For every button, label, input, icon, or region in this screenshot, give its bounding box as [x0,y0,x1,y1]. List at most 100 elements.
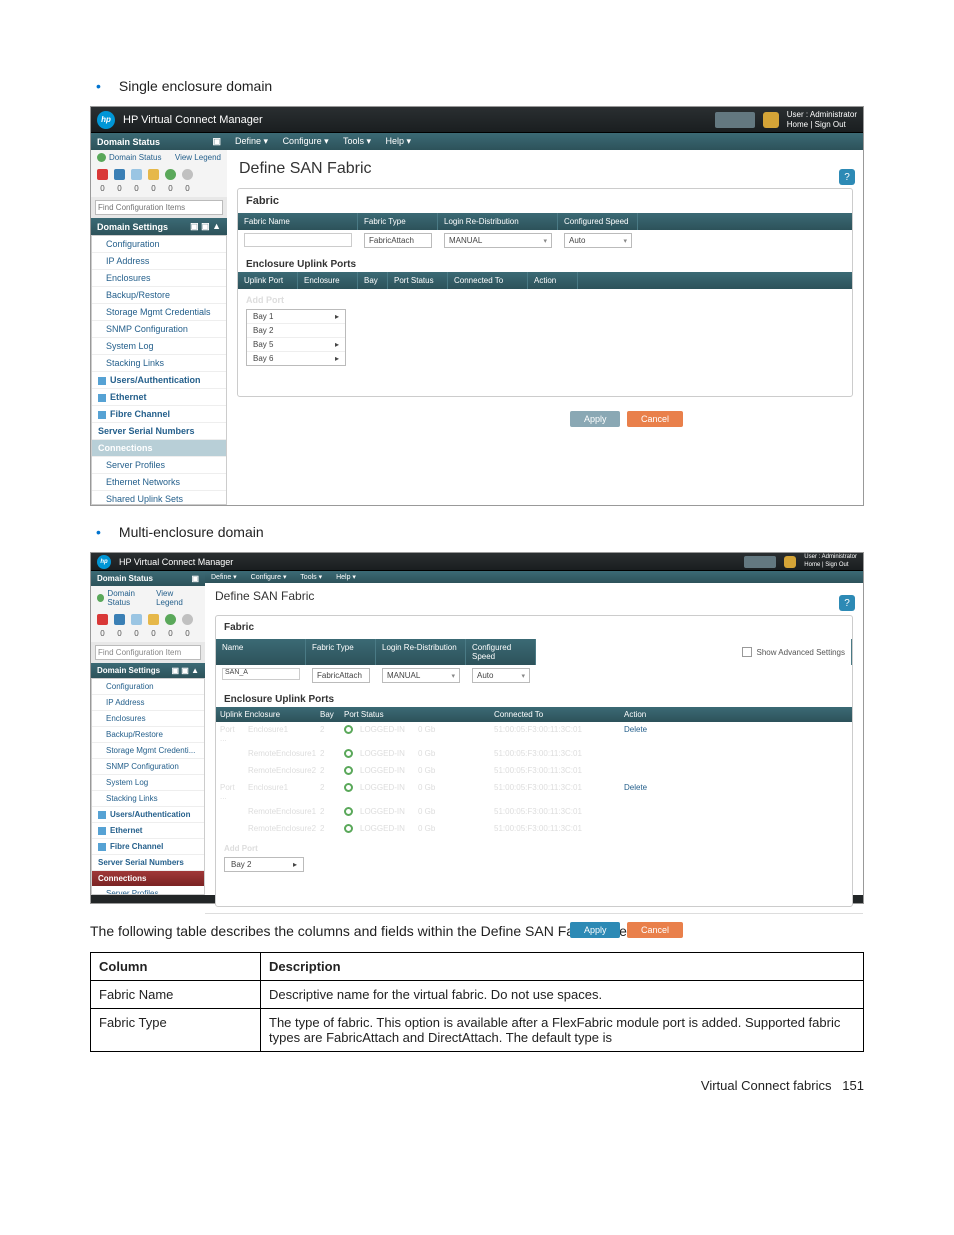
alert-icon[interactable] [763,112,779,128]
nav-ethernet-networks[interactable]: Ethernet Networks [92,474,226,491]
page-footer: Virtual Connect fabrics 151 [90,1078,864,1093]
col-header-column: Column [91,952,261,980]
col-port-status: Port Status [388,272,448,289]
nav-stacking-links[interactable]: Stacking Links [92,355,226,372]
collapse-icon[interactable]: ▣ [212,136,221,147]
domain-status-header: Domain Status ▣ [91,133,227,150]
show-advanced-checkbox[interactable]: Show Advanced Settings [742,647,845,657]
fabric-panel-title: Fabric [238,189,852,213]
col-bay: Bay [358,272,388,289]
app-header: hp HP Virtual Connect Manager User : Adm… [91,107,863,133]
nav-shared-uplink[interactable]: Shared Uplink Sets [92,491,226,505]
col-fabric-name: Fabric Name [238,213,358,230]
speed-select[interactable]: Auto▾ [564,233,632,248]
delete-link[interactable]: Delete [620,722,680,746]
signout-link[interactable]: Sign Out [825,562,848,568]
apply-button[interactable]: Apply [570,411,621,427]
table-row: Fabric Name Descriptive name for the vir… [91,980,864,1008]
col-action: Action [528,272,578,289]
fabric-name-input[interactable]: SAN_A [222,668,300,680]
add-port-dropdown[interactable]: Bay 1▸ Bay 2 Bay 5▸ Bay 6▸ [246,309,346,366]
search-input[interactable] [95,200,223,215]
nav-snmp[interactable]: SNMP Configuration [92,321,226,338]
toolbar-icons[interactable]: ▣ ▣ ▲ [190,221,221,232]
fabric-name-input[interactable] [244,233,352,247]
toolbar-icons[interactable]: ▣ ▣ ▲ [172,666,199,675]
nav-server-profiles[interactable]: Server Profiles [92,457,226,474]
info1-icon [114,169,125,180]
status-icons [91,165,227,184]
table-row: Fabric Type The type of fabric. This opt… [91,1008,864,1051]
nav-list: Configuration IP Address Enclosures Back… [91,235,227,505]
signout-link[interactable]: Sign Out [815,120,846,129]
domain-settings-header: Domain Settings ▣ ▣ ▲ [91,218,227,235]
alert-icon[interactable] [784,556,796,568]
main-content: Define ▾ Configure ▾ Tools ▾ Help ▾ Defi… [227,133,863,505]
menu-tools[interactable]: Tools ▾ [343,136,371,146]
bullet-icon: • [96,78,101,94]
view-legend-link[interactable]: View Legend [175,153,221,162]
arrow-right-icon: ▸ [335,312,339,321]
info2-icon [131,169,142,180]
search-input[interactable] [95,645,201,660]
col-header-description: Description [261,952,864,980]
screenshot-multi-enclosure: hp HP Virtual Connect Manager User : Adm… [90,552,864,904]
nav-enclosures[interactable]: Enclosures [92,270,226,287]
add-port-label: Add Port [238,289,852,307]
nav-ethernet[interactable]: Ethernet [92,389,226,406]
col-enclosure: Enclosure [298,272,358,289]
screenshot-single-enclosure: hp HP Virtual Connect Manager User : Adm… [90,106,864,506]
help-button[interactable]: ? [839,169,855,185]
home-link[interactable]: Home [787,120,808,129]
chevron-down-icon: ▾ [623,237,627,245]
login-redist-select[interactable]: MANUAL▾ [444,233,552,248]
bullet-multi: • Multi-enclosure domain [90,524,864,540]
bullet-text: Multi-enclosure domain [119,524,264,540]
description-table: Column Description Fabric Name Descripti… [90,952,864,1052]
cancel-button[interactable]: Cancel [627,922,683,938]
col-fabric-type: Fabric Type [358,213,438,230]
bullet-text: Single enclosure domain [119,78,272,94]
unknown-icon [182,169,193,180]
apply-button[interactable]: Apply [570,922,621,938]
uplink-subhead: Enclosure Uplink Ports [238,251,852,272]
hp-logo-icon: hp [97,555,111,569]
domain-status-link[interactable]: Domain Status [109,153,161,162]
menubar: Define ▾ Configure ▾ Tools ▾ Help ▾ [227,133,863,150]
nav-system-log[interactable]: System Log [92,338,226,355]
col-config-speed: Configured Speed [558,213,638,230]
nav-server-serial[interactable]: Server Serial Numbers [92,423,226,440]
header-user-links: User : Administrator Home | Sign Out [787,110,857,129]
menu-help[interactable]: Help ▾ [386,136,412,146]
nav-ip-address[interactable]: IP Address [92,253,226,270]
nav-storage-mgmt[interactable]: Storage Mgmt Credentials [92,304,226,321]
cancel-button[interactable]: Cancel [627,411,683,427]
home-link[interactable]: Home [804,562,820,568]
menu-define[interactable]: Define ▾ [235,136,268,146]
header-graphic-icon [744,556,776,568]
help-button[interactable]: ? [839,595,855,611]
collapse-icon[interactable]: ▣ [191,574,199,583]
nav-connections[interactable]: Connections [92,440,226,457]
bullet-single: • Single enclosure domain [90,78,864,94]
app-title: HP Virtual Connect Manager [123,114,263,126]
fabric-type-select[interactable]: FabricAttach [364,233,432,248]
delete-link[interactable]: Delete [620,780,680,804]
menu-configure[interactable]: Configure ▾ [283,136,329,146]
uplink-table: Uplink Enclosure Bay Port Status Connect… [216,707,852,838]
fabric-panel: Fabric Fabric Name Fabric Type Login Re-… [237,188,853,397]
col-login-redist: Login Re-Distribution [438,213,558,230]
hp-logo-icon: hp [97,111,115,129]
add-port-dropdown[interactable]: Bay 2▸ [224,857,304,872]
ok-icon [165,169,176,180]
nav-fibre-channel[interactable]: Fibre Channel [92,406,226,423]
nav-configuration[interactable]: Configuration [92,236,226,253]
chevron-down-icon: ▾ [543,237,547,245]
page-title: Define SAN Fabric [227,150,863,182]
nav-backup-restore[interactable]: Backup/Restore [92,287,226,304]
col-connected-to: Connected To [448,272,528,289]
error-icon [97,169,108,180]
sidebar: Domain Status ▣ Domain Status View Legen… [91,133,227,505]
app-title: HP Virtual Connect Manager [119,557,233,567]
nav-users-auth[interactable]: Users/Authentication [92,372,226,389]
